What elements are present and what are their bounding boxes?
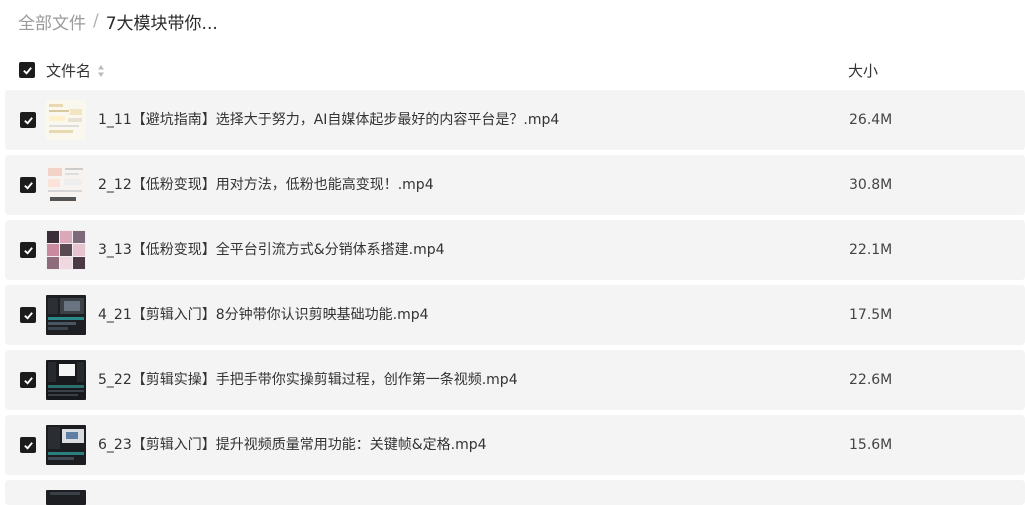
video-thumbnail — [46, 100, 86, 140]
file-row[interactable]: 4_21【剪辑入门】8分钟带你认识剪映基础功能.mp4 17.5M — [5, 285, 1025, 345]
video-thumbnail — [46, 295, 86, 335]
file-row[interactable]: 1_11【避坑指南】选择大于努力，AI自媒体起步最好的内容平台是？.mp4 26… — [5, 90, 1025, 150]
check-icon — [23, 116, 33, 125]
video-thumbnail — [46, 230, 86, 270]
video-thumbnail — [46, 360, 86, 400]
file-list-header: 文件名 大小 — [0, 56, 1025, 86]
video-thumbnail — [46, 165, 86, 205]
file-name[interactable]: 5_22【剪辑实操】手把手带你实操剪辑过程，创作第一条视频.mp4 — [98, 350, 518, 410]
file-row[interactable]: 6_23【剪辑入门】提升视频质量常用功能：关键帧&定格.mp4 15.6M — [5, 415, 1025, 475]
select-all-checkbox[interactable] — [19, 62, 35, 78]
file-row[interactable]: 5_22【剪辑实操】手把手带你实操剪辑过程，创作第一条视频.mp4 22.6M — [5, 350, 1025, 410]
file-size: 26.4M — [849, 112, 893, 128]
breadcrumb-current: 7大模块带你... — [105, 13, 218, 34]
row-checkbox[interactable] — [20, 112, 36, 128]
row-checkbox[interactable] — [20, 437, 36, 453]
breadcrumb: 全部文件 / 7大模块带你... — [18, 9, 218, 34]
video-thumbnail — [46, 490, 86, 505]
check-icon — [23, 311, 33, 320]
sort-updown-icon[interactable] — [97, 64, 105, 78]
breadcrumb-root-link[interactable]: 全部文件 — [18, 9, 86, 34]
check-icon — [22, 66, 32, 75]
row-checkbox[interactable] — [20, 242, 36, 258]
file-size: 15.6M — [849, 437, 893, 453]
file-row[interactable]: 3_13【低粉变现】全平台引流方式&分销体系搭建.mp4 22.1M — [5, 220, 1025, 280]
column-header-size[interactable]: 大小 — [848, 60, 878, 81]
row-checkbox[interactable] — [20, 307, 36, 323]
check-icon — [23, 441, 33, 450]
file-name[interactable]: 2_12【低粉变现】用对方法，低粉也能高变现！.mp4 — [98, 155, 434, 215]
file-name[interactable]: 6_23【剪辑入门】提升视频质量常用功能：关键帧&定格.mp4 — [98, 415, 487, 475]
breadcrumb-separator: / — [93, 11, 99, 31]
file-row[interactable]: 2_12【低粉变现】用对方法，低粉也能高变现！.mp4 30.8M — [5, 155, 1025, 215]
row-checkbox[interactable] — [20, 372, 36, 388]
file-name[interactable]: 4_21【剪辑入门】8分钟带你认识剪映基础功能.mp4 — [98, 285, 429, 345]
file-row-partial[interactable] — [5, 480, 1025, 505]
file-name[interactable]: 1_11【避坑指南】选择大于努力，AI自媒体起步最好的内容平台是？.mp4 — [98, 90, 559, 150]
check-icon — [23, 246, 33, 255]
file-size: 30.8M — [849, 177, 893, 193]
check-icon — [23, 376, 33, 385]
row-checkbox[interactable] — [20, 177, 36, 193]
file-size: 22.6M — [849, 372, 893, 388]
video-thumbnail — [46, 425, 86, 465]
file-name[interactable]: 3_13【低粉变现】全平台引流方式&分销体系搭建.mp4 — [98, 220, 445, 280]
file-size: 22.1M — [849, 242, 893, 258]
column-header-name[interactable]: 文件名 — [46, 60, 105, 81]
check-icon — [23, 181, 33, 190]
column-header-name-label: 文件名 — [46, 62, 92, 80]
file-size: 17.5M — [849, 307, 893, 323]
